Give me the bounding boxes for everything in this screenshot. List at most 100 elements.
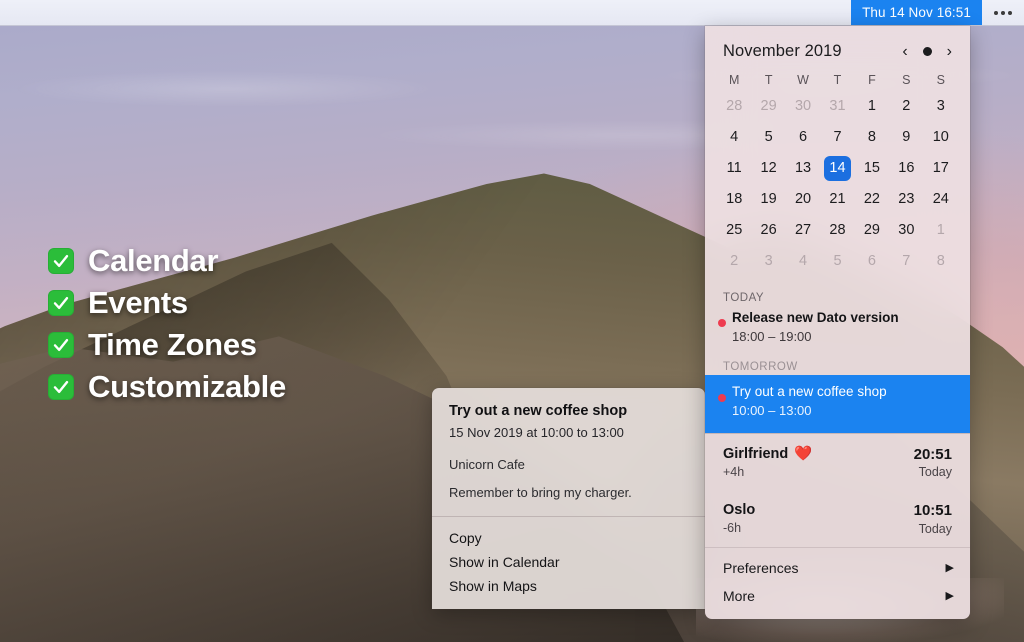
calendar-day-number: 11 — [721, 156, 748, 181]
calendar-day-number: 13 — [790, 156, 817, 181]
events-tomorrow-list: Try out a new coffee shop10:00 – 13:00 — [705, 375, 970, 432]
panel-menu-item[interactable]: Preferences▶ — [705, 554, 970, 582]
event-row[interactable]: Release new Dato version18:00 – 19:00 — [705, 306, 970, 355]
calendar-day-number: 16 — [893, 156, 920, 181]
calendar-day[interactable]: 22 — [855, 184, 889, 214]
menu-bar: Thu 14 Nov 16:51 — [0, 0, 1024, 26]
calendar-day[interactable]: 8 — [855, 122, 889, 152]
calendar-day[interactable]: 31 — [820, 91, 854, 121]
calendar-day-number: 3 — [927, 94, 954, 119]
section-label-tomorrow: TOMORROW — [705, 355, 970, 375]
panel-menu-item-label: Preferences — [723, 560, 798, 576]
calendar-day[interactable]: 5 — [751, 122, 785, 152]
feature-item: Calendar — [48, 243, 286, 279]
calendar-day[interactable]: 11 — [717, 153, 751, 183]
calendar-header: November 2019 ‹ › — [705, 26, 970, 65]
calendar-day[interactable]: 7 — [820, 122, 854, 152]
menubar-overflow-button[interactable] — [982, 0, 1024, 25]
calendar-day[interactable]: 1 — [855, 91, 889, 121]
checkmark-icon — [48, 290, 74, 316]
calendar-day[interactable]: 28 — [820, 215, 854, 245]
calendar-day-number: 14 — [824, 156, 851, 181]
calendar-day[interactable]: 23 — [889, 184, 923, 214]
calendar-day-grid: 2829303112345678910111213141516171819202… — [705, 89, 970, 286]
calendar-day[interactable]: 29 — [751, 91, 785, 121]
calendar-day[interactable]: 30 — [786, 91, 820, 121]
calendar-day[interactable]: 30 — [889, 215, 923, 245]
weekday-label: W — [786, 73, 820, 87]
calendar-day[interactable]: 17 — [924, 153, 958, 183]
calendar-day[interactable]: 4 — [786, 246, 820, 276]
calendar-day[interactable]: 8 — [924, 246, 958, 276]
calendar-day-number: 10 — [927, 125, 954, 150]
calendar-day-number: 6 — [790, 125, 817, 150]
calendar-day[interactable]: 27 — [786, 215, 820, 245]
calendar-day[interactable]: 10 — [924, 122, 958, 152]
calendar-day-number: 21 — [824, 187, 851, 212]
chevron-right-icon[interactable]: › — [947, 44, 952, 60]
calendar-day[interactable]: 13 — [786, 153, 820, 183]
calendar-day[interactable]: 21 — [820, 184, 854, 214]
calendar-day-today[interactable]: 14 — [820, 153, 854, 183]
calendar-day[interactable]: 3 — [924, 91, 958, 121]
calendar-day-number: 22 — [858, 187, 885, 212]
calendar-day-number: 31 — [824, 94, 851, 119]
panel-menu-item[interactable]: More▶ — [705, 582, 970, 610]
calendar-day[interactable]: 18 — [717, 184, 751, 214]
calendar-day[interactable]: 7 — [889, 246, 923, 276]
calendar-day[interactable]: 12 — [751, 153, 785, 183]
calendar-day[interactable]: 16 — [889, 153, 923, 183]
event-row-selected[interactable]: Try out a new coffee shop10:00 – 13:00 — [705, 375, 970, 432]
weekday-label: S — [924, 73, 958, 87]
calendar-day[interactable]: 28 — [717, 91, 751, 121]
calendar-day-number: 4 — [790, 249, 817, 274]
calendar-day[interactable]: 9 — [889, 122, 923, 152]
calendar-day-number: 28 — [824, 218, 851, 243]
calendar-day[interactable]: 1 — [924, 215, 958, 245]
weekday-label: S — [889, 73, 923, 87]
chevron-left-icon[interactable]: ‹ — [902, 44, 907, 60]
calendar-day[interactable]: 25 — [717, 215, 751, 245]
calendar-day-number: 24 — [927, 187, 954, 212]
timezone-day: Today — [914, 522, 952, 536]
calendar-day[interactable]: 29 — [855, 215, 889, 245]
timezone-list: Girlfriend❤️+4h20:51TodayOslo-6h10:51Tod… — [705, 434, 970, 547]
calendar-day-number: 27 — [790, 218, 817, 243]
timezone-row[interactable]: Oslo-6h10:51Today — [705, 490, 970, 547]
calendar-day[interactable]: 3 — [751, 246, 785, 276]
calendar-day[interactable]: 4 — [717, 122, 751, 152]
calendar-day[interactable]: 15 — [855, 153, 889, 183]
calendar-day[interactable]: 2 — [717, 246, 751, 276]
dato-panel: November 2019 ‹ › MTWTFSS 28293031123456… — [705, 26, 970, 619]
timezone-row[interactable]: Girlfriend❤️+4h20:51Today — [705, 434, 970, 491]
calendar-day-number: 6 — [858, 249, 885, 274]
checkmark-icon — [48, 332, 74, 358]
calendar-day-number: 2 — [893, 94, 920, 119]
context-menu-item[interactable]: Copy — [432, 526, 705, 550]
calendar-day[interactable]: 20 — [786, 184, 820, 214]
context-menu-item[interactable]: Show in Maps — [432, 574, 705, 598]
calendar-day[interactable]: 24 — [924, 184, 958, 214]
calendar-day-number: 29 — [858, 218, 885, 243]
menubar-clock-item[interactable]: Thu 14 Nov 16:51 — [851, 0, 982, 25]
calendar-day[interactable]: 2 — [889, 91, 923, 121]
event-color-dot-icon — [718, 319, 726, 327]
dot-icon[interactable] — [923, 47, 932, 56]
calendar-day[interactable]: 6 — [786, 122, 820, 152]
timezone-left: Oslo-6h — [723, 501, 755, 535]
calendar-day-number: 1 — [858, 94, 885, 119]
calendar-day-number: 29 — [755, 94, 782, 119]
event-popover-body: Try out a new coffee shop 15 Nov 2019 at… — [432, 388, 705, 516]
calendar-day[interactable]: 19 — [751, 184, 785, 214]
timezone-name: Girlfriend❤️ — [723, 445, 812, 464]
calendar-day[interactable]: 5 — [820, 246, 854, 276]
ellipsis-icon — [994, 11, 1012, 15]
context-menu-item[interactable]: Show in Calendar — [432, 550, 705, 574]
calendar-day[interactable]: 26 — [751, 215, 785, 245]
timezone-name-text: Girlfriend — [723, 445, 788, 464]
calendar-day[interactable]: 6 — [855, 246, 889, 276]
calendar-month-label: November 2019 — [723, 42, 842, 61]
calendar-day-number: 12 — [755, 156, 782, 181]
timezone-left: Girlfriend❤️+4h — [723, 445, 812, 479]
feature-item: Customizable — [48, 369, 286, 405]
